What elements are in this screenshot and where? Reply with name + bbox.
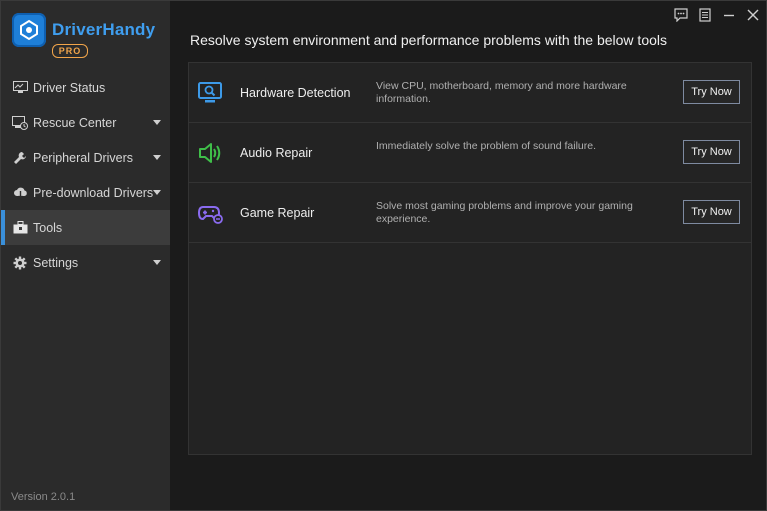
sidebar-item-driver-status[interactable]: Driver Status	[1, 70, 170, 105]
gear-icon	[12, 255, 28, 271]
sidebar-item-label: Pre-download Drivers	[33, 185, 154, 200]
feedback-icon[interactable]	[674, 8, 688, 23]
app-name: DriverHandy	[52, 20, 156, 39]
minimize-icon[interactable]	[722, 8, 736, 22]
page-title: Resolve system environment and performan…	[190, 32, 668, 48]
sidebar-item-pre-download-drivers[interactable]: Pre-download Drivers	[1, 175, 170, 210]
tool-row-hardware-detection: Hardware Detection View CPU, motherboard…	[189, 63, 751, 123]
sidebar-nav: Driver Status Rescue Center Peripheral D…	[1, 70, 170, 280]
chevron-down-icon	[153, 155, 161, 160]
speaker-icon	[197, 140, 223, 166]
tool-title: Hardware Detection	[240, 86, 351, 100]
monitor-icon	[12, 80, 28, 96]
tool-title: Game Repair	[240, 206, 315, 220]
edition-badge: PRO	[52, 44, 88, 58]
tool-description: View CPU, motherboard, memory and more h…	[376, 80, 627, 105]
sidebar-item-label: Tools	[33, 220, 63, 235]
try-now-button[interactable]: Try Now	[683, 140, 740, 164]
sidebar-item-tools[interactable]: Tools	[1, 210, 170, 245]
sidebar-item-rescue-center[interactable]: Rescue Center	[1, 105, 170, 140]
tool-title: Audio Repair	[240, 146, 313, 160]
toolbox-icon	[12, 220, 28, 236]
chevron-down-icon	[153, 120, 161, 125]
sidebar: DriverHandy PRO Driver Status Rescue Cen…	[1, 1, 170, 510]
sidebar-item-label: Peripheral Drivers	[33, 150, 134, 165]
sidebar-item-label: Driver Status	[33, 80, 106, 95]
close-icon[interactable]	[746, 8, 760, 22]
cloud-download-icon	[12, 185, 28, 201]
tools-panel: Hardware Detection View CPU, motherboard…	[188, 62, 752, 455]
menu-icon[interactable]	[698, 8, 712, 22]
sidebar-item-label: Rescue Center	[33, 115, 117, 130]
chevron-down-icon	[153, 190, 161, 195]
hardware-scan-icon	[197, 80, 223, 106]
logo-icon	[12, 13, 46, 47]
restore-icon	[12, 115, 28, 131]
app-logo: DriverHandy PRO	[12, 13, 162, 59]
try-now-button[interactable]: Try Now	[683, 80, 740, 104]
sidebar-item-label: Settings	[33, 255, 79, 270]
try-now-button[interactable]: Try Now	[683, 200, 740, 224]
sidebar-item-settings[interactable]: Settings	[1, 245, 170, 280]
app-window: DriverHandy PRO Driver Status Rescue Cen…	[0, 0, 767, 511]
tool-description: Immediately solve the problem of sound f…	[376, 140, 597, 152]
tool-row-game-repair: Game Repair Solve most gaming problems a…	[189, 183, 751, 243]
sidebar-item-peripheral-drivers[interactable]: Peripheral Drivers	[1, 140, 170, 175]
version-label: Version 2.0.1	[11, 491, 76, 503]
gamepad-icon	[197, 200, 223, 226]
tool-description: Solve most gaming problems and improve y…	[376, 200, 633, 225]
tool-row-audio-repair: Audio Repair Immediately solve the probl…	[189, 123, 751, 183]
chevron-down-icon	[153, 260, 161, 265]
wrench-icon	[12, 150, 28, 166]
